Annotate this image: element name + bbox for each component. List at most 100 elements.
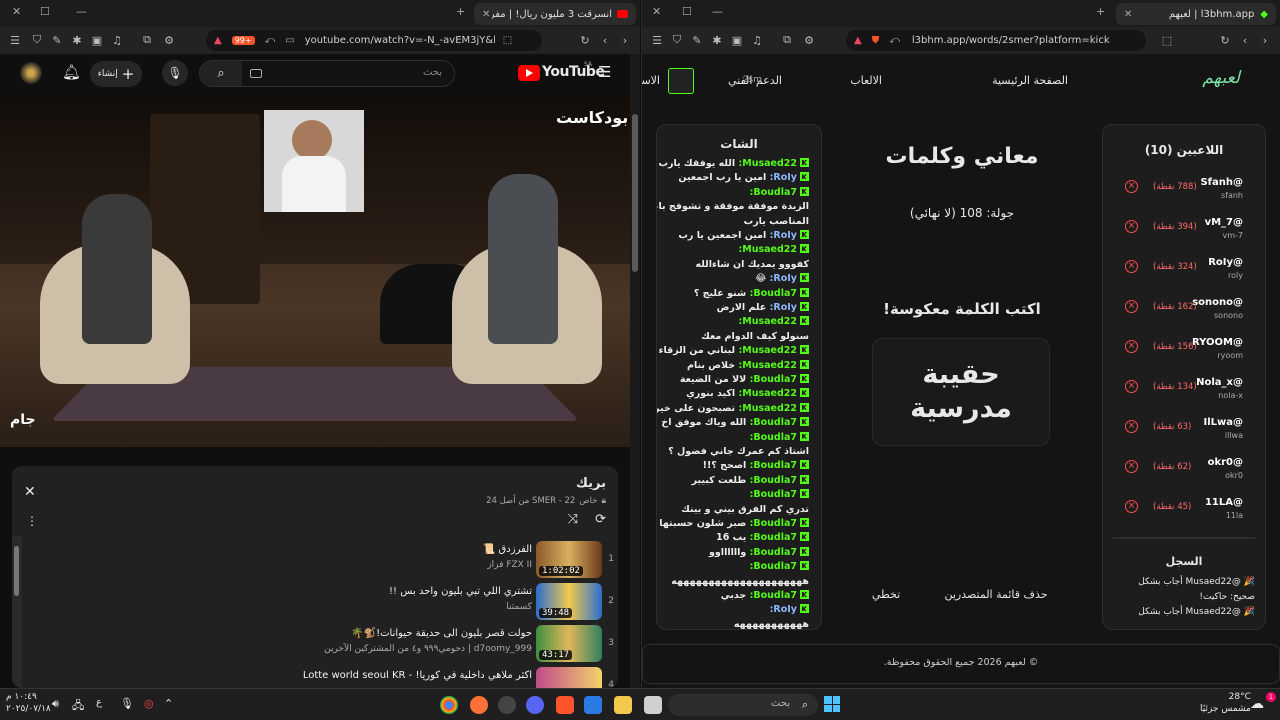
- remove-player-icon[interactable]: ×: [1125, 460, 1138, 473]
- chat-username[interactable]: Musaed22:: [738, 316, 797, 327]
- file-explorer-icon[interactable]: [614, 696, 632, 714]
- chat-username[interactable]: Boudla7:: [750, 547, 797, 558]
- skip-button[interactable]: تخطي: [866, 588, 906, 601]
- avatar[interactable]: [668, 68, 694, 94]
- youtube-logo-icon[interactable]: [518, 65, 540, 81]
- page-info-icon[interactable]: ▭: [285, 35, 294, 46]
- chat-username[interactable]: Boudla7:: [750, 590, 797, 601]
- chat-username[interactable]: Boudla7:: [750, 417, 797, 428]
- chat-username[interactable]: Musaed22:: [738, 345, 797, 356]
- chat-username[interactable]: Boudla7:: [750, 432, 797, 443]
- puzzle-icon[interactable]: ✱: [710, 33, 724, 47]
- microphone-icon[interactable]: 🎙︎: [120, 697, 134, 710]
- page-scrollbar[interactable]: [630, 54, 640, 688]
- screenshot-icon[interactable]: ⧉: [140, 33, 154, 47]
- brave-icon[interactable]: [556, 696, 574, 714]
- task-view-icon[interactable]: [644, 696, 662, 714]
- forward-icon[interactable]: ›: [1258, 33, 1272, 47]
- chat-username[interactable]: Boudla7:: [750, 561, 797, 572]
- close-tab-icon[interactable]: ✕: [1124, 9, 1132, 20]
- language-indicator[interactable]: ع: [96, 697, 102, 708]
- firefox-icon[interactable]: [470, 696, 488, 714]
- minimize-icon[interactable]: —: [712, 5, 723, 18]
- shield-icon[interactable]: ⛉: [670, 33, 684, 47]
- site-logo[interactable]: لعبهم: [1202, 68, 1240, 88]
- new-tab-icon[interactable]: +: [456, 5, 465, 18]
- screenshot-icon[interactable]: ⧉: [780, 33, 794, 47]
- clear-leaderboard-button[interactable]: حذف قائمة المتصدرين: [942, 588, 1050, 601]
- share-icon[interactable]: ⤺: [889, 35, 900, 46]
- user-badge[interactable]: 2sm: [743, 75, 762, 85]
- sidebar-icon[interactable]: ▣: [90, 33, 104, 47]
- video-title[interactable]: اكثر ملاهي داخلية في كوريا! - Lotte worl…: [303, 670, 532, 681]
- video-title[interactable]: تشتري اللي تبي بليون واحد بس !!: [389, 586, 532, 597]
- avatar[interactable]: [20, 62, 42, 84]
- url-text[interactable]: youtube.com/watch?v=-N_-avEM3jY&list...: [305, 35, 495, 46]
- close-playlist-icon[interactable]: ✕: [24, 484, 36, 500]
- more-options-icon[interactable]: ⋮: [26, 514, 38, 528]
- back-icon[interactable]: ‹: [598, 33, 612, 47]
- chat-username[interactable]: RoIy:: [770, 273, 797, 284]
- remove-player-icon[interactable]: ×: [1125, 380, 1138, 393]
- remove-player-icon[interactable]: ×: [1125, 220, 1138, 233]
- app-icon[interactable]: [498, 696, 516, 714]
- menu-icon[interactable]: ☰: [8, 33, 22, 47]
- video-thumbnail[interactable]: 1:02:02: [536, 541, 602, 578]
- tab-youtube[interactable]: انسرقت 3 مليون ريال! | مفرح ع... ✕: [474, 3, 636, 25]
- address-bar[interactable]: ▲ ⛊ ⤺ l3bhm.app/words/2smer?platform=kic…: [846, 30, 1146, 51]
- bookmark-icon[interactable]: ⬚: [503, 35, 512, 46]
- chat-username[interactable]: RoIy:: [770, 172, 797, 183]
- volume-icon[interactable]: 🔊︎: [52, 697, 59, 711]
- bookmark-icon[interactable]: ⬚: [1160, 33, 1174, 47]
- chat-username[interactable]: Boudla7:: [750, 475, 797, 486]
- chat-username[interactable]: Boudla7:: [750, 460, 797, 471]
- remove-player-icon[interactable]: ×: [1125, 260, 1138, 273]
- maximize-icon[interactable]: ☐: [40, 5, 50, 18]
- sidebar-icon[interactable]: ▣: [730, 33, 744, 47]
- nav-home[interactable]: الصفحة الرئيسية: [992, 74, 1068, 87]
- chrome-icon[interactable]: [440, 696, 458, 714]
- store-icon[interactable]: [584, 696, 602, 714]
- close-window-icon[interactable]: ✕: [652, 5, 661, 18]
- remove-player-icon[interactable]: ×: [1125, 500, 1138, 513]
- back-icon[interactable]: ‹: [1238, 33, 1252, 47]
- music-icon[interactable]: ♫: [750, 33, 764, 47]
- loop-icon[interactable]: ⟳: [595, 512, 606, 527]
- list-item[interactable]: 3 43:17 حولت قصر بليون الى حديقة حيوانات…: [32, 624, 618, 664]
- chat-username[interactable]: Boudla7:: [750, 288, 797, 299]
- remove-player-icon[interactable]: ×: [1125, 300, 1138, 313]
- brave-shield-icon[interactable]: ⛊: [872, 35, 880, 46]
- headset-icon[interactable]: ◎: [144, 697, 154, 710]
- shuffle-icon[interactable]: ⤨: [568, 512, 578, 527]
- chat-username[interactable]: Musaed22:: [738, 360, 797, 371]
- new-tab-icon[interactable]: +: [1096, 5, 1105, 18]
- music-icon[interactable]: ♫: [110, 33, 124, 47]
- list-item[interactable]: 1 1:02:02 الفرزدق 📜 FZX II فزاز: [32, 540, 618, 580]
- reload-icon[interactable]: ↻: [1218, 33, 1232, 47]
- chat-username[interactable]: Musaed22:: [738, 403, 797, 414]
- menu-icon[interactable]: ☰: [650, 33, 664, 47]
- youtube-logo-text[interactable]: YouTube: [542, 64, 605, 80]
- search-box[interactable]: ⌕ بحث: [199, 60, 455, 87]
- maximize-icon[interactable]: ☐: [682, 5, 692, 18]
- start-button[interactable]: [824, 696, 840, 712]
- chat-username[interactable]: Musaed22:: [738, 244, 797, 255]
- chat-username[interactable]: Boudla7:: [750, 187, 797, 198]
- shield-icon[interactable]: ⛉: [30, 33, 44, 47]
- keyboard-icon[interactable]: [250, 69, 262, 78]
- network-icon[interactable]: 🖧: [72, 697, 84, 716]
- pin-icon[interactable]: ✎: [50, 33, 64, 47]
- brave-rewards-icon[interactable]: ▲: [854, 35, 862, 46]
- nav-games[interactable]: الالعاب: [850, 74, 882, 87]
- voice-search-button[interactable]: 🎙︎: [162, 60, 188, 86]
- video-thumbnail[interactable]: [536, 667, 602, 688]
- address-bar[interactable]: ▲ 99+ ⤺ ▭ youtube.com/watch?v=-N_-avEM3j…: [206, 30, 542, 51]
- forward-icon[interactable]: ›: [618, 33, 632, 47]
- remove-player-icon[interactable]: ×: [1125, 180, 1138, 193]
- chat-username[interactable]: Musaed22:: [738, 158, 797, 169]
- discord-icon[interactable]: [526, 696, 544, 714]
- minimize-icon[interactable]: —: [76, 5, 87, 18]
- url-text[interactable]: l3bhm.app/words/2smer?platform=kick: [912, 35, 1132, 46]
- hamburger-menu-icon[interactable]: ☰: [598, 63, 611, 81]
- chat-username[interactable]: Boudla7:: [750, 374, 797, 385]
